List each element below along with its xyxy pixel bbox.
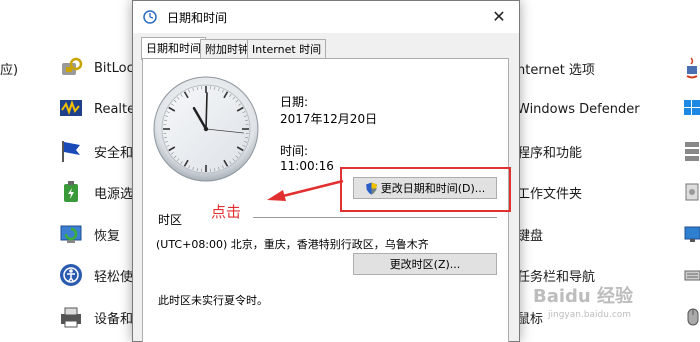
cp-item-realtek[interactable]: Realte — [58, 95, 135, 123]
change-timezone-button[interactable]: 更改时区(Z)... — [353, 253, 497, 275]
cp-item-internet-options[interactable]: nternet 选项 — [517, 54, 595, 82]
cp-item-label: 轻松使 — [94, 266, 133, 285]
minute-hand — [206, 93, 207, 129]
highlight-box — [340, 167, 511, 212]
watermark-brand: Baidu 经验 — [533, 282, 633, 308]
cp-item-label: 键盘 — [517, 225, 543, 244]
date-value: 2017年12月20日 — [280, 110, 377, 127]
display-icon[interactable] — [684, 222, 700, 249]
pointer-arrow-icon — [265, 177, 345, 206]
dialog-title: 日期和时间 — [167, 9, 227, 26]
recovery-icon — [58, 221, 84, 247]
cp-item-label: 安全和 — [94, 142, 133, 161]
storage-icon[interactable] — [684, 139, 700, 166]
analog-clock — [153, 76, 259, 185]
power-options-icon — [58, 179, 84, 205]
cp-item-label: nternet 选项 — [517, 59, 595, 78]
cp-item-label: 鼠标 — [517, 308, 543, 327]
cp-item-label: 工作文件夹 — [517, 183, 582, 202]
time-label: 时间: — [280, 142, 308, 159]
cp-item-partial-left[interactable]: 应) — [0, 54, 18, 82]
cp-item-label: 恢复 — [94, 225, 120, 244]
cp-item-label: Windows Defender — [517, 102, 640, 117]
cp-item-label: 应) — [0, 59, 18, 78]
cp-item-label: Realte — [94, 102, 135, 117]
time-value: 11:00:16 — [280, 159, 334, 173]
cp-item-power[interactable]: 电源选 — [58, 178, 133, 206]
cp-item-security[interactable]: 安全和 — [58, 137, 133, 165]
cp-item-devices-printers[interactable]: 设备和 — [58, 303, 133, 331]
tab-date-time[interactable]: 日期和时间 — [141, 37, 206, 60]
cp-item-programs-features[interactable]: 程序和功能 — [517, 137, 582, 165]
dialog-titlebar[interactable]: 日期和时间 ✕ — [133, 1, 519, 33]
mouse-icon[interactable] — [684, 305, 700, 332]
cp-item-keyboard[interactable]: 键盘 — [517, 220, 543, 248]
timezone-section-title: 时区 — [158, 211, 182, 228]
devices-printers-icon — [58, 304, 84, 330]
cp-item-label: 程序和功能 — [517, 142, 582, 161]
timezone-value: (UTC+08:00) 北京，重庆，香港特别行政区，乌鲁木齐 — [156, 236, 429, 252]
cp-item-windows-defender[interactable]: Windows Defender — [517, 95, 640, 123]
realtek-audio-icon — [58, 96, 84, 122]
dst-note: 此时区未实行夏令时。 — [158, 292, 268, 308]
timezone-divider — [253, 217, 497, 218]
date-label: 日期: — [280, 93, 308, 110]
keyboard-icon[interactable] — [684, 263, 700, 290]
bitlocker-icon — [58, 55, 84, 81]
java-icon[interactable] — [684, 56, 700, 83]
tab-additional-clocks[interactable]: 附加时钟 — [200, 39, 254, 59]
cp-item-label: BitLoc — [94, 61, 134, 76]
click-annotation: 点击 — [211, 201, 241, 222]
security-flag-icon — [58, 138, 84, 164]
windows-logo-icon[interactable] — [684, 98, 700, 121]
close-icon[interactable]: ✕ — [489, 7, 509, 27]
cp-item-label: 设备和 — [94, 308, 133, 327]
tab-internet-time[interactable]: Internet 时间 — [247, 39, 326, 59]
cp-item-ease-of-access[interactable]: 轻松使 — [58, 261, 133, 289]
cp-item-recovery[interactable]: 恢复 — [58, 220, 120, 248]
cp-item-label: 电源选 — [94, 183, 133, 202]
sync-center-icon[interactable] — [684, 180, 700, 207]
cp-item-bitlocker[interactable]: BitLoc — [58, 54, 134, 82]
clock-app-icon — [143, 10, 157, 24]
ease-of-access-icon — [58, 262, 84, 288]
cp-item-work-folders[interactable]: 工作文件夹 — [517, 178, 582, 206]
watermark-url: jingyan.baidu.com — [548, 310, 631, 320]
